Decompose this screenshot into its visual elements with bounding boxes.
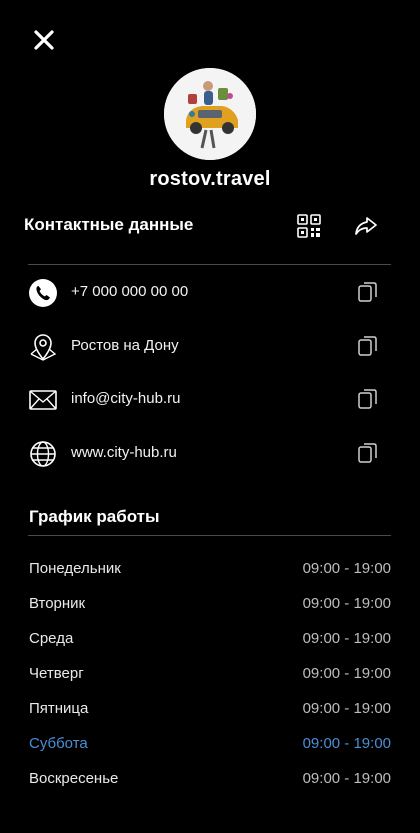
- schedule-day: Воскресенье: [29, 770, 119, 787]
- share-icon[interactable]: [352, 212, 380, 240]
- schedule-day: Пятница: [29, 700, 89, 717]
- schedule-row: Понедельник 09:00 - 19:00: [29, 560, 391, 584]
- schedule-day: Понедельник: [29, 560, 121, 577]
- schedule-hours: 09:00 - 19:00: [302, 595, 391, 612]
- copy-icon[interactable]: [356, 387, 380, 411]
- globe-icon: [30, 441, 56, 467]
- schedule-title: График работы: [29, 507, 160, 526]
- schedule-day: Вторник: [29, 595, 86, 612]
- close-icon[interactable]: [31, 27, 57, 53]
- contact-row-website[interactable]: www.city-hub.ru: [28, 427, 392, 481]
- schedule-row: Четверг 09:00 - 19:00: [29, 665, 391, 689]
- schedule-hours: 09:00 - 19:00: [302, 770, 391, 787]
- contact-location-text: Ростов на Дону: [71, 337, 179, 354]
- schedule-hours: 09:00 - 19:00: [302, 630, 391, 647]
- copy-icon[interactable]: [356, 334, 380, 358]
- schedule-hours: 09:00 - 19:00: [302, 665, 391, 682]
- mail-icon: [29, 390, 57, 410]
- schedule-divider: [28, 535, 391, 536]
- contact-row-email[interactable]: info@city-hub.ru: [28, 373, 392, 427]
- schedule-row: Воскресенье 09:00 - 19:00: [29, 770, 391, 794]
- schedule-hours: 09:00 - 19:00: [302, 735, 391, 752]
- profile-username: rostov.travel: [149, 168, 271, 190]
- schedule-day: Четверг: [29, 665, 84, 682]
- phone-icon: [29, 279, 57, 307]
- contact-website-text: www.city-hub.ru: [71, 444, 177, 461]
- schedule-row: Вторник 09:00 - 19:00: [29, 595, 391, 619]
- location-icon: [30, 334, 57, 361]
- schedule-day: Суббота: [29, 735, 88, 752]
- schedule-row: Пятница 09:00 - 19:00: [29, 700, 391, 724]
- contacts-title: Контактные данные: [24, 215, 194, 234]
- contact-row-phone[interactable]: +7 000 000 00 00: [28, 266, 392, 320]
- schedule-hours: 09:00 - 19:00: [302, 560, 391, 577]
- copy-icon[interactable]: [356, 280, 380, 304]
- avatar-illustration: [164, 68, 256, 160]
- schedule-hours: 09:00 - 19:00: [302, 700, 391, 717]
- contact-row-location[interactable]: Ростов на Дону: [28, 320, 392, 374]
- schedule-row: Среда 09:00 - 19:00: [29, 630, 391, 654]
- copy-icon[interactable]: [356, 441, 380, 465]
- contacts-divider: [28, 264, 391, 265]
- qr-code-icon[interactable]: [295, 212, 323, 240]
- contact-email-text: info@city-hub.ru: [71, 390, 181, 407]
- schedule-day: Среда: [29, 630, 74, 647]
- contact-phone-text: +7 000 000 00 00: [71, 283, 189, 300]
- avatar: [164, 68, 256, 160]
- schedule-row-today: Суббота 09:00 - 19:00: [29, 735, 391, 759]
